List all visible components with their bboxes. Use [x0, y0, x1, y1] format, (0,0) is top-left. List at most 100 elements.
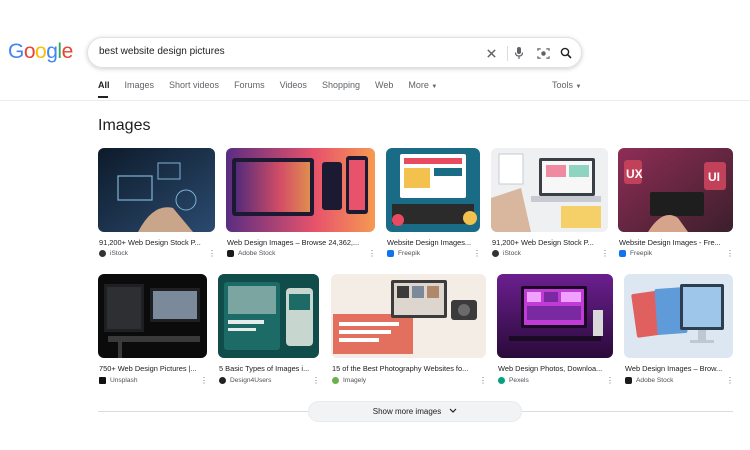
image-result[interactable]: UX UI Website Design Images - Fre... Free…: [618, 148, 734, 260]
source-label: Design4Users: [230, 377, 272, 384]
design4users-favicon-icon: [219, 377, 226, 384]
result-caption[interactable]: 91,200+ Web Design Stock P...: [492, 238, 607, 247]
svg-text:UX: UX: [626, 167, 643, 181]
search-input[interactable]: best website design pictures: [99, 46, 225, 57]
more-options-icon[interactable]: ⋮: [473, 250, 481, 258]
logo-letter: e: [61, 40, 74, 63]
result-caption[interactable]: Website Design Images - Fre...: [619, 238, 732, 247]
show-more-images-button[interactable]: Show more images: [308, 401, 522, 422]
image-result[interactable]: 15 of the Best Photography Websites fo..…: [331, 274, 487, 388]
result-thumbnail[interactable]: [226, 148, 375, 232]
more-options-icon[interactable]: ⋮: [726, 377, 734, 385]
result-thumbnail[interactable]: [386, 148, 480, 232]
result-thumbnail[interactable]: [331, 274, 486, 358]
result-thumbnail[interactable]: [497, 274, 613, 358]
result-source[interactable]: Freepik: [387, 250, 420, 257]
result-source[interactable]: iStock: [99, 250, 128, 257]
logo-letter: g: [46, 40, 58, 63]
image-result[interactable]: 750+ Web Design Pictures |... Unsplash ⋮: [98, 274, 208, 388]
result-source[interactable]: Design4Users: [219, 377, 271, 384]
result-source[interactable]: Imagely: [332, 377, 366, 384]
caret-down-icon: ▼: [575, 84, 582, 90]
freepik-favicon-icon: [387, 250, 394, 257]
more-options-icon[interactable]: ⋮: [479, 377, 487, 385]
result-thumbnail[interactable]: [491, 148, 608, 232]
source-label: Freepik: [630, 250, 652, 257]
source-label: Imagely: [343, 377, 367, 384]
camera-lens-icon[interactable]: [534, 44, 552, 62]
logo-letter: G: [8, 40, 24, 63]
tab-all[interactable]: All: [98, 80, 110, 98]
logo-letter: o: [23, 40, 36, 63]
svg-text:UI: UI: [708, 170, 720, 184]
more-options-icon[interactable]: ⋮: [208, 250, 216, 258]
result-source[interactable]: Adobe Stock: [227, 250, 275, 257]
tab-images[interactable]: Images: [125, 80, 155, 94]
pexels-favicon-icon: [498, 377, 505, 384]
result-caption[interactable]: Web Design Photos, Downloa...: [498, 364, 612, 373]
image-result[interactable]: Website Design Images... Freepik ⋮: [386, 148, 481, 260]
result-caption[interactable]: Website Design Images...: [387, 238, 479, 247]
search-tabs: All Images Short videos Forums Videos Sh…: [98, 80, 452, 98]
result-thumbnail[interactable]: UX UI: [618, 148, 733, 232]
tab-shopping[interactable]: Shopping: [322, 80, 360, 94]
google-logo[interactable]: Google: [8, 40, 73, 64]
tab-label: Shopping: [321, 80, 360, 90]
image-result[interactable]: Web Design Photos, Downloa... Pexels ⋮: [497, 274, 614, 388]
clear-icon[interactable]: [482, 44, 500, 62]
tab-short-videos[interactable]: Short videos: [169, 80, 219, 94]
result-caption[interactable]: 750+ Web Design Pictures |...: [99, 364, 206, 373]
search-icon[interactable]: [557, 44, 575, 62]
source-label: Pexels: [509, 377, 529, 384]
result-thumbnail[interactable]: [624, 274, 733, 358]
tab-label: Web: [374, 80, 394, 90]
result-caption[interactable]: 15 of the Best Photography Websites fo..…: [332, 364, 485, 373]
caret-down-icon: ▼: [431, 84, 438, 90]
tab-forums[interactable]: Forums: [234, 80, 265, 94]
source-label: Freepik: [398, 250, 420, 257]
image-result[interactable]: Web Design Images – Brow... Adobe Stock …: [624, 274, 734, 388]
tab-web[interactable]: Web: [375, 80, 393, 94]
imagely-favicon-icon: [332, 377, 339, 384]
more-options-icon[interactable]: ⋮: [606, 377, 614, 385]
istock-favicon-icon: [99, 250, 106, 257]
result-caption[interactable]: Web Design Images – Brow...: [625, 364, 732, 373]
result-thumbnail[interactable]: [98, 274, 207, 358]
result-source[interactable]: Unsplash: [99, 377, 138, 384]
result-source[interactable]: iStock: [492, 250, 521, 257]
section-title: Images: [98, 117, 151, 134]
tools-button[interactable]: Tools ▼: [552, 80, 581, 90]
adobe-favicon-icon: [625, 377, 632, 384]
more-options-icon[interactable]: ⋮: [200, 377, 208, 385]
microphone-icon[interactable]: [510, 44, 528, 62]
tab-label: Forums: [234, 80, 265, 90]
source-label: iStock: [503, 250, 521, 257]
result-caption[interactable]: Web Design Images – Browse 24,362,...: [227, 238, 374, 247]
image-result[interactable]: 5 Basic Types of Images i... Design4User…: [218, 274, 320, 388]
more-options-icon[interactable]: ⋮: [601, 250, 609, 258]
result-caption[interactable]: 5 Basic Types of Images i...: [219, 364, 318, 373]
tab-more[interactable]: More ▼: [408, 80, 437, 94]
result-source[interactable]: Pexels: [498, 377, 529, 384]
search-box[interactable]: best website design pictures: [87, 37, 582, 68]
image-result[interactable]: 91,200+ Web Design Stock P... iStock ⋮: [491, 148, 609, 260]
tab-videos[interactable]: Videos: [280, 80, 307, 94]
tools-label: Tools: [552, 80, 574, 90]
result-source[interactable]: Freepik: [619, 250, 652, 257]
logo-letter: o: [35, 40, 47, 63]
header-divider: [0, 100, 750, 101]
more-options-icon[interactable]: ⋮: [726, 250, 734, 258]
result-source[interactable]: Adobe Stock: [625, 377, 673, 384]
result-caption[interactable]: 91,200+ Web Design Stock P...: [99, 238, 214, 247]
result-thumbnail[interactable]: [98, 148, 215, 232]
source-label: Adobe Stock: [238, 250, 276, 257]
chevron-down-icon: [449, 407, 457, 416]
more-options-icon[interactable]: ⋮: [312, 377, 320, 385]
image-result[interactable]: 91,200+ Web Design Stock P... iStock ⋮: [98, 148, 216, 260]
source-label: Unsplash: [110, 377, 138, 384]
tab-label: Videos: [279, 80, 307, 90]
result-thumbnail[interactable]: [218, 274, 319, 358]
search-divider: [507, 46, 508, 61]
image-result[interactable]: Web Design Images – Browse 24,362,... Ad…: [226, 148, 376, 260]
more-options-icon[interactable]: ⋮: [368, 250, 376, 258]
